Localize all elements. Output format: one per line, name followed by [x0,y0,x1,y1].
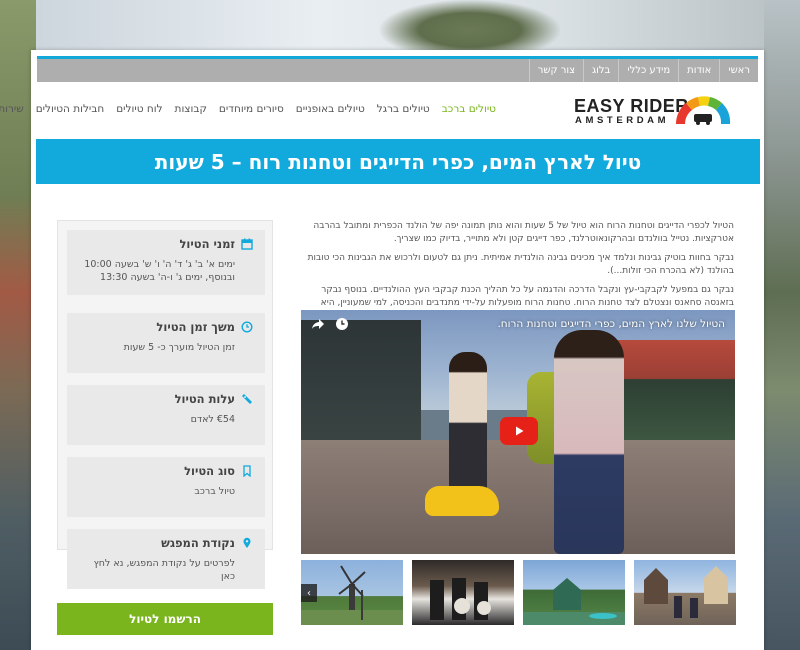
nav-special-tours[interactable]: סיורים מיוחדים [213,103,290,115]
nav-groups[interactable]: קבוצות [169,103,213,115]
gallery-prev-arrow[interactable]: ‹ [301,584,317,602]
logo-sub-text: AMSTERDAM [575,115,670,126]
video-frame-person-back [554,330,624,554]
video-top-controls [311,317,349,331]
page-title-bar: טיול לארץ המים, כפרי הדייגים וטחנות רוח … [36,139,760,184]
page-title: טיול לארץ המים, כפרי הדייגים וטחנות רוח … [154,149,642,174]
tour-type-text: טיול ברכב [194,486,235,497]
play-icon [516,426,524,436]
topnav-blog[interactable]: בלוג [583,59,618,82]
rainbow-logo-icon [676,96,731,125]
nav-tour-packages[interactable]: חבילות הטיולים [30,103,111,115]
ticket-icon [242,394,252,404]
nav-walking-tours[interactable]: טיולים ברגל [371,103,436,115]
gallery-thumb-square[interactable] [634,560,736,625]
register-tour-button[interactable]: הרשמו לטיול [57,603,273,635]
top-bar: ראשי אודות מידע כללי בלוג צור קשר [37,56,758,82]
video-frame-street [301,440,735,554]
tour-info-sidebar: זמני הטיול ימים א' ב' ג' ד' ה' ו' ש' בשע… [57,220,273,589]
calendar-icon [241,238,253,250]
tour-times-line-1: ימים א' ב' ג' ד' ה' ו' ש' בשעה 10:00 [84,259,235,270]
nav-bike-tours[interactable]: טיולים באופניים [290,103,371,115]
topnav-general-info[interactable]: מידע כללי [618,59,678,82]
video-frame-house [301,320,421,460]
main-nav: טיולים ברכב טיולים ברגל טיולים באופניים … [0,103,502,115]
meeting-point-block: נקודת המפגש לפרטים על נקודת המפגש, נא לח… [67,529,265,589]
tour-times-title: זמני הטיול [179,237,235,251]
video-frame-clogs [425,486,499,516]
clock-icon [241,321,253,333]
topnav-about[interactable]: אודות [678,59,719,82]
nav-car-tours[interactable]: טיולים ברכב [436,103,502,115]
musicians-photo [430,578,491,620]
square-photo [644,566,728,618]
description-paragraph-1: הטיול לכפרי הדייגים וטחנות הרוח הוא טיול… [313,221,734,244]
tour-duration-text: זמן הטיול מוערך כ- 5 שעות [123,342,235,353]
site-logo[interactable]: EASY RIDER AMSTERDAM [574,92,734,130]
description-paragraph-2: נבקר בחוות בוטיק גבינות ונלמד איך מכינים… [307,253,734,276]
page-card: ראשי אודות מידע כללי בלוג צור קשר EASY R… [0,50,764,650]
top-nav: ראשי אודות מידע כללי בלוג צור קשר [37,59,758,82]
clock-icon[interactable] [335,317,349,331]
nav-tour-schedule[interactable]: לוח טיולים [110,103,168,115]
nav-transport-services[interactable]: שירותי הסעות [0,103,30,115]
background-right-scenery [764,0,800,650]
background-tree [380,0,560,50]
tour-cost-title: עלות הטיול [174,392,235,406]
topnav-contact[interactable]: צור קשר [528,59,583,82]
tour-type-block: סוג הטיול טיול ברכב [67,457,265,517]
tour-times-line-2: ובנוסף, ימים ג' ו-ה' בשעה 13:30 [100,272,235,283]
gallery-thumb-musicians[interactable] [412,560,514,625]
gallery-thumb-village[interactable] [523,560,625,625]
tour-video-player[interactable]: הטיול שלנו לארץ המים, כפרי הדייגים וטחנו… [301,310,735,554]
meeting-point-title: נקודת המפגש [161,536,235,550]
topnav-home[interactable]: ראשי [719,59,758,82]
tour-duration-title: משך זמן הטיול [156,320,235,334]
meeting-point-link[interactable]: לפרטים על נקודת המפגש, נא לחץ כאן [77,557,235,583]
map-pin-icon [243,537,251,548]
play-button[interactable] [500,417,538,445]
tour-duration-block: משך זמן הטיול זמן הטיול מוערך כ- 5 שעות [67,313,265,373]
video-frame-person [449,352,487,492]
bookmark-icon [243,465,251,477]
tour-cost-block: עלות הטיול €54 לאדם [67,385,265,445]
tour-times-block: זמני הטיול ימים א' ב' ג' ד' ה' ו' ש' בשע… [67,230,265,295]
tour-type-title: סוג הטיול [184,464,235,478]
tour-cost-text: €54 לאדם [190,414,235,425]
share-icon[interactable] [311,317,325,331]
video-title[interactable]: הטיול שלנו לארץ המים, כפרי הדייגים וטחנו… [497,318,725,330]
village-photo [523,578,625,625]
photo-gallery: ‹ [301,560,736,625]
